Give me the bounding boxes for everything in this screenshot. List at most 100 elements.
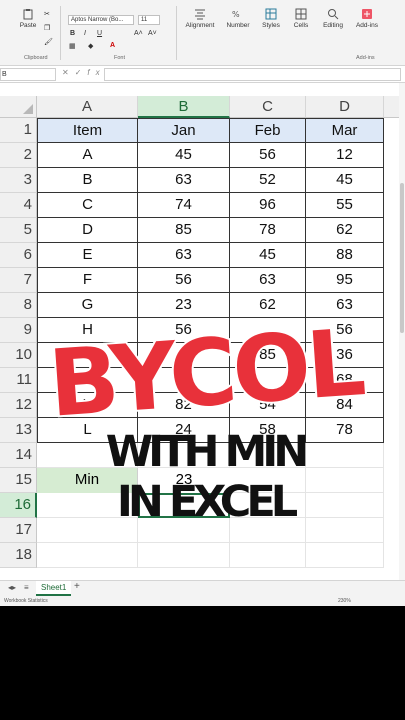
- formula-input[interactable]: [104, 68, 401, 81]
- row-header-17[interactable]: 17: [0, 518, 37, 543]
- table-cell[interactable]: 12: [306, 143, 384, 168]
- select-all-corner[interactable]: [0, 96, 37, 118]
- underline-button[interactable]: U: [97, 30, 102, 37]
- table-cell[interactable]: 74: [138, 193, 230, 218]
- cancel-icon[interactable]: ✕: [62, 68, 75, 77]
- alignment-button[interactable]: Alignment: [182, 4, 218, 29]
- empty-cell[interactable]: [37, 518, 138, 543]
- table-cell[interactable]: 63: [230, 268, 306, 293]
- add-ins-button[interactable]: Add-ins: [352, 4, 382, 29]
- table-cell[interactable]: 58: [230, 418, 306, 443]
- active-cell[interactable]: [138, 493, 230, 518]
- empty-cell[interactable]: [37, 493, 138, 518]
- table-cell[interactable]: 6: [138, 368, 230, 393]
- bold-button[interactable]: B: [70, 30, 75, 37]
- table-cell[interactable]: 56: [230, 143, 306, 168]
- empty-cell[interactable]: [138, 543, 230, 568]
- empty-cell[interactable]: [230, 443, 306, 468]
- font-color-icon[interactable]: A: [110, 42, 115, 49]
- grow-font-button[interactable]: A˄: [134, 30, 143, 37]
- column-header-b[interactable]: B: [138, 96, 230, 118]
- table-cell[interactable]: 56: [306, 318, 384, 343]
- table-cell[interactable]: L: [37, 418, 138, 443]
- table-cell[interactable]: 95: [306, 268, 384, 293]
- sheet-nav-icon[interactable]: ◂▸: [8, 583, 16, 592]
- table-cell[interactable]: 84: [306, 393, 384, 418]
- table-cell[interactable]: 56: [138, 268, 230, 293]
- fx-icon[interactable]: fx: [87, 68, 105, 77]
- table-cell[interactable]: D: [37, 218, 138, 243]
- table-cell[interactable]: 96: [230, 193, 306, 218]
- row-header-18[interactable]: 18: [0, 543, 37, 568]
- table-cell[interactable]: 56: [138, 318, 230, 343]
- row-header-15[interactable]: 15: [0, 468, 37, 493]
- cut-icon[interactable]: ✂: [44, 10, 50, 18]
- table-cell[interactable]: B: [37, 168, 138, 193]
- table-cell[interactable]: 63: [138, 168, 230, 193]
- row-header-3[interactable]: 3: [0, 168, 37, 193]
- column-header-d[interactable]: D: [306, 96, 384, 118]
- row-header-16[interactable]: 16: [0, 493, 37, 518]
- table-cell[interactable]: K: [37, 393, 138, 418]
- table-cell[interactable]: 85: [138, 218, 230, 243]
- table-cell[interactable]: 45: [306, 168, 384, 193]
- table-cell[interactable]: H: [37, 318, 138, 343]
- row-header-11[interactable]: 11: [0, 368, 37, 393]
- empty-cell[interactable]: [306, 468, 384, 493]
- empty-cell[interactable]: [306, 543, 384, 568]
- table-cell[interactable]: 45: [230, 243, 306, 268]
- sheet-tab[interactable]: Sheet1: [36, 581, 72, 596]
- empty-cell[interactable]: [230, 493, 306, 518]
- worksheet-grid[interactable]: A B C D 1 2 3 4 5 6 7 8 9 10 11 12 13 14 15 16 17 18 Item Jan Fe…: [0, 83, 405, 580]
- table-cell[interactable]: 63: [306, 293, 384, 318]
- table-cell[interactable]: 85: [230, 343, 306, 368]
- table-cell[interactable]: [230, 318, 306, 343]
- row-header-13[interactable]: 13: [0, 418, 37, 443]
- table-cell[interactable]: F: [37, 268, 138, 293]
- empty-cell[interactable]: [138, 443, 230, 468]
- table-cell[interactable]: 62: [230, 293, 306, 318]
- add-sheet-button[interactable]: +: [74, 581, 80, 592]
- all-sheets-icon[interactable]: ≡: [24, 583, 29, 592]
- font-size-select[interactable]: 11: [138, 15, 160, 25]
- table-cell[interactable]: 88: [306, 243, 384, 268]
- table-header-cell[interactable]: Item: [37, 118, 138, 143]
- paste-button[interactable]: Paste: [18, 4, 38, 29]
- number-button[interactable]: % Number: [224, 4, 252, 29]
- table-cell[interactable]: 62: [306, 218, 384, 243]
- row-header-7[interactable]: 7: [0, 268, 37, 293]
- enter-icon[interactable]: ✓: [75, 68, 88, 77]
- table-cell[interactable]: G: [37, 293, 138, 318]
- table-cell[interactable]: 52: [230, 168, 306, 193]
- empty-cell[interactable]: [37, 443, 138, 468]
- table-cell[interactable]: 36: [306, 343, 384, 368]
- table-cell[interactable]: 45: [138, 143, 230, 168]
- table-cell[interactable]: 24: [138, 418, 230, 443]
- format-painter-icon[interactable]: 🖌: [44, 38, 53, 46]
- borders-icon[interactable]: ▦: [69, 42, 76, 50]
- row-header-5[interactable]: 5: [0, 218, 37, 243]
- table-cell[interactable]: J: [37, 368, 138, 393]
- row-header-8[interactable]: 8: [0, 293, 37, 318]
- table-header-cell[interactable]: Feb: [230, 118, 306, 143]
- shrink-font-button[interactable]: A˅: [148, 30, 157, 37]
- empty-cell[interactable]: [306, 493, 384, 518]
- table-cell[interactable]: I: [37, 343, 138, 368]
- table-cell[interactable]: 78: [230, 218, 306, 243]
- italic-button[interactable]: I: [84, 30, 86, 37]
- zoom-level[interactable]: 230%: [338, 596, 351, 606]
- empty-cell[interactable]: [230, 468, 306, 493]
- row-header-10[interactable]: 10: [0, 343, 37, 368]
- empty-cell[interactable]: [230, 518, 306, 543]
- table-cell[interactable]: 82: [138, 393, 230, 418]
- min-result-cell[interactable]: 23: [138, 468, 230, 493]
- empty-cell[interactable]: [306, 518, 384, 543]
- table-cell[interactable]: A: [37, 143, 138, 168]
- row-header-2[interactable]: 2: [0, 143, 37, 168]
- row-header-6[interactable]: 6: [0, 243, 37, 268]
- empty-cell[interactable]: [37, 543, 138, 568]
- scrollbar-thumb[interactable]: [400, 183, 404, 333]
- row-header-14[interactable]: 14: [0, 443, 37, 468]
- copy-icon[interactable]: ❐: [44, 24, 50, 32]
- table-cell[interactable]: C: [37, 193, 138, 218]
